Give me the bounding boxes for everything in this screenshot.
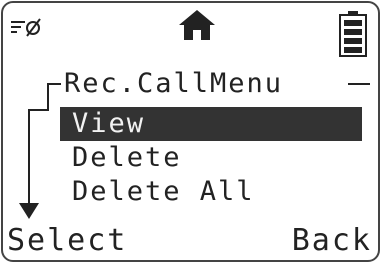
scroll-line	[28, 109, 30, 209]
frame-top-left	[47, 83, 61, 85]
select-softkey[interactable]: Select	[7, 221, 127, 260]
menu-item-delete[interactable]: Delete	[60, 141, 362, 175]
no-signal-icon	[11, 18, 41, 37]
frame-left	[47, 83, 49, 111]
battery-icon	[339, 11, 367, 57]
frame-corner	[28, 109, 49, 111]
menu-item-delete-all[interactable]: Delete All	[60, 175, 362, 209]
home-icon	[179, 10, 215, 40]
back-softkey[interactable]: Back	[292, 221, 372, 260]
phone-display: Rec.CallMenu View Delete Delete All Sele…	[1, 1, 380, 262]
down-arrow-icon	[19, 203, 39, 219]
menu-item-view[interactable]: View	[60, 107, 362, 141]
menu-title: Rec.CallMenu	[62, 67, 286, 101]
frame-top-right	[348, 83, 370, 85]
